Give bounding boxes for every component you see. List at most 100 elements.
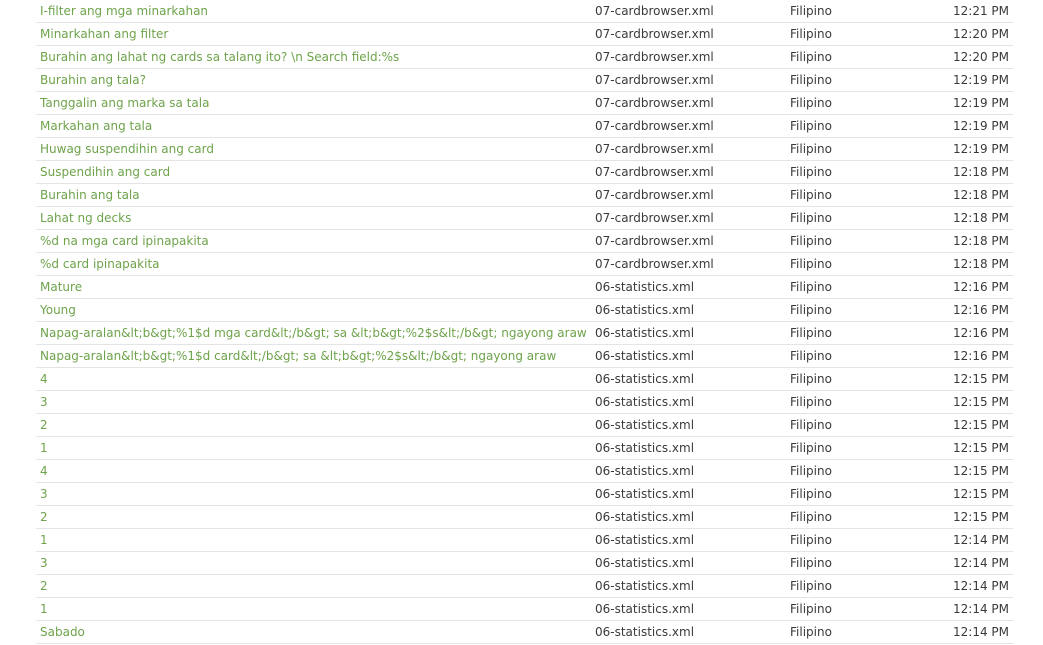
string-link[interactable]: Markahan ang tala bbox=[40, 115, 590, 137]
string-link[interactable]: %d card ipinapakita bbox=[40, 253, 590, 275]
string-link[interactable]: Huwag suspendihin ang card bbox=[40, 138, 590, 160]
timestamp: 12:16 PM bbox=[953, 303, 1009, 317]
timestamp: 12:15 PM bbox=[953, 372, 1009, 386]
string-link[interactable]: Young bbox=[40, 299, 590, 321]
language-name: Filipino bbox=[790, 96, 832, 110]
table-row: Suspendihin ang card 07-cardbrowser.xml Fi… bbox=[36, 161, 1013, 184]
table-row: Burahin ang tala? 07-cardbrowser.xml Filip… bbox=[36, 69, 1013, 92]
string-link[interactable]: 4 bbox=[40, 368, 590, 390]
language-name: Filipino bbox=[790, 165, 832, 179]
table-row: Minarkahan ang filter 07-cardbrowser.xml F… bbox=[36, 23, 1013, 46]
string-link[interactable]: Mature bbox=[40, 276, 590, 298]
string-link[interactable]: 1 bbox=[40, 529, 590, 551]
string-link[interactable]: Napag-aralan&lt;b&gt;%1$d card&lt;/b&gt;… bbox=[40, 345, 590, 367]
timestamp: 12:16 PM bbox=[953, 349, 1009, 363]
file-name: 07-cardbrowser.xml bbox=[595, 50, 714, 64]
string-link[interactable]: 3 bbox=[40, 552, 590, 574]
string-link[interactable]: Burahin ang tala bbox=[40, 184, 590, 206]
timestamp: 12:15 PM bbox=[953, 510, 1009, 524]
timestamp: 12:18 PM bbox=[953, 165, 1009, 179]
string-link[interactable]: 2 bbox=[40, 414, 590, 436]
string-link[interactable]: 2 bbox=[40, 506, 590, 528]
string-link[interactable]: Sabado bbox=[40, 621, 590, 643]
table-row: I-filter ang mga minarkahan 07-cardbrowse… bbox=[36, 0, 1013, 23]
language-name: Filipino bbox=[790, 441, 832, 455]
table-row: 1 06-statistics.xml Filipino 12:14 PM bbox=[36, 598, 1013, 621]
table-row: 2 06-statistics.xml Filipino 12:14 PM bbox=[36, 575, 1013, 598]
language-name: Filipino bbox=[790, 395, 832, 409]
timestamp: 12:15 PM bbox=[953, 441, 1009, 455]
language-name: Filipino bbox=[790, 73, 832, 87]
language-name: Filipino bbox=[790, 211, 832, 225]
file-name: 06-statistics.xml bbox=[595, 533, 695, 547]
language-name: Filipino bbox=[790, 418, 832, 432]
file-name: 06-statistics.xml bbox=[595, 579, 695, 593]
table-row: 2 06-statistics.xml Filipino 12:15 PM bbox=[36, 414, 1013, 437]
file-name: 06-statistics.xml bbox=[595, 395, 695, 409]
table-row: Huwag suspendihin ang card 07-cardbrowser… bbox=[36, 138, 1013, 161]
file-name: 06-statistics.xml bbox=[595, 418, 695, 432]
file-name: 06-statistics.xml bbox=[595, 280, 695, 294]
string-link[interactable]: Napag-aralan&lt;b&gt;%1$d mga card&lt;/b… bbox=[40, 322, 590, 344]
string-link[interactable]: 3 bbox=[40, 483, 590, 505]
table-row: 2 06-statistics.xml Filipino 12:15 PM bbox=[36, 506, 1013, 529]
string-link[interactable]: 3 bbox=[40, 391, 590, 413]
file-name: 07-cardbrowser.xml bbox=[595, 119, 714, 133]
timestamp: 12:15 PM bbox=[953, 395, 1009, 409]
language-name: Filipino bbox=[790, 464, 832, 478]
timestamp: 12:16 PM bbox=[953, 280, 1009, 294]
file-name: 06-statistics.xml bbox=[595, 602, 695, 616]
table-row: Napag-aralan&lt;b&gt;%1$d mga card&lt;/b… bbox=[36, 322, 1013, 345]
file-name: 06-statistics.xml bbox=[595, 510, 695, 524]
table-row: 3 06-statistics.xml Filipino 12:15 PM bbox=[36, 483, 1013, 506]
string-link[interactable]: I-filter ang mga minarkahan bbox=[40, 0, 590, 22]
language-name: Filipino bbox=[790, 280, 832, 294]
language-name: Filipino bbox=[790, 188, 832, 202]
file-name: 07-cardbrowser.xml bbox=[595, 234, 714, 248]
string-link[interactable]: %d na mga card ipinapakita bbox=[40, 230, 590, 252]
file-name: 07-cardbrowser.xml bbox=[595, 211, 714, 225]
language-name: Filipino bbox=[790, 50, 832, 64]
table-row: 1 06-statistics.xml Filipino 12:14 PM bbox=[36, 529, 1013, 552]
file-name: 06-statistics.xml bbox=[595, 487, 695, 501]
table-row: Tanggalin ang marka sa tala 07-cardbrowse… bbox=[36, 92, 1013, 115]
timestamp: 12:19 PM bbox=[953, 142, 1009, 156]
file-name: 07-cardbrowser.xml bbox=[595, 73, 714, 87]
table-row: %d na mga card ipinapakita 07-cardbrowser… bbox=[36, 230, 1013, 253]
language-name: Filipino bbox=[790, 142, 832, 156]
language-name: Filipino bbox=[790, 349, 832, 363]
string-link[interactable]: 1 bbox=[40, 598, 590, 620]
language-name: Filipino bbox=[790, 533, 832, 547]
timestamp: 12:15 PM bbox=[953, 464, 1009, 478]
string-link[interactable]: 1 bbox=[40, 437, 590, 459]
file-name: 06-statistics.xml bbox=[595, 372, 695, 386]
timestamp: 12:19 PM bbox=[953, 119, 1009, 133]
string-link[interactable]: Suspendihin ang card bbox=[40, 161, 590, 183]
string-link[interactable]: 4 bbox=[40, 460, 590, 482]
table-row: 3 06-statistics.xml Filipino 12:15 PM bbox=[36, 391, 1013, 414]
string-link[interactable]: Burahin ang tala? bbox=[40, 69, 590, 91]
string-link[interactable]: Burahin ang lahat ng cards sa talang ito… bbox=[40, 46, 590, 68]
timestamp: 12:16 PM bbox=[953, 326, 1009, 340]
file-name: 06-statistics.xml bbox=[595, 349, 695, 363]
string-link[interactable]: Lahat ng decks bbox=[40, 207, 590, 229]
file-name: 07-cardbrowser.xml bbox=[595, 165, 714, 179]
timestamp: 12:14 PM bbox=[953, 579, 1009, 593]
table-row: Mature 06-statistics.xml Filipino 12:16 PM bbox=[36, 276, 1013, 299]
string-link[interactable]: Tanggalin ang marka sa tala bbox=[40, 92, 590, 114]
language-name: Filipino bbox=[790, 487, 832, 501]
language-name: Filipino bbox=[790, 234, 832, 248]
timestamp: 12:14 PM bbox=[953, 533, 1009, 547]
activity-table: I-filter ang mga minarkahan 07-cardbrowse… bbox=[36, 0, 1013, 644]
file-name: 06-statistics.xml bbox=[595, 464, 695, 478]
timestamp: 12:18 PM bbox=[953, 211, 1009, 225]
language-name: Filipino bbox=[790, 4, 832, 18]
timestamp: 12:19 PM bbox=[953, 73, 1009, 87]
string-link[interactable]: 2 bbox=[40, 575, 590, 597]
language-name: Filipino bbox=[790, 602, 832, 616]
timestamp: 12:21 PM bbox=[953, 4, 1009, 18]
timestamp: 12:20 PM bbox=[953, 50, 1009, 64]
table-row: Young 06-statistics.xml Filipino 12:16 PM bbox=[36, 299, 1013, 322]
string-link[interactable]: Minarkahan ang filter bbox=[40, 23, 590, 45]
language-name: Filipino bbox=[790, 119, 832, 133]
